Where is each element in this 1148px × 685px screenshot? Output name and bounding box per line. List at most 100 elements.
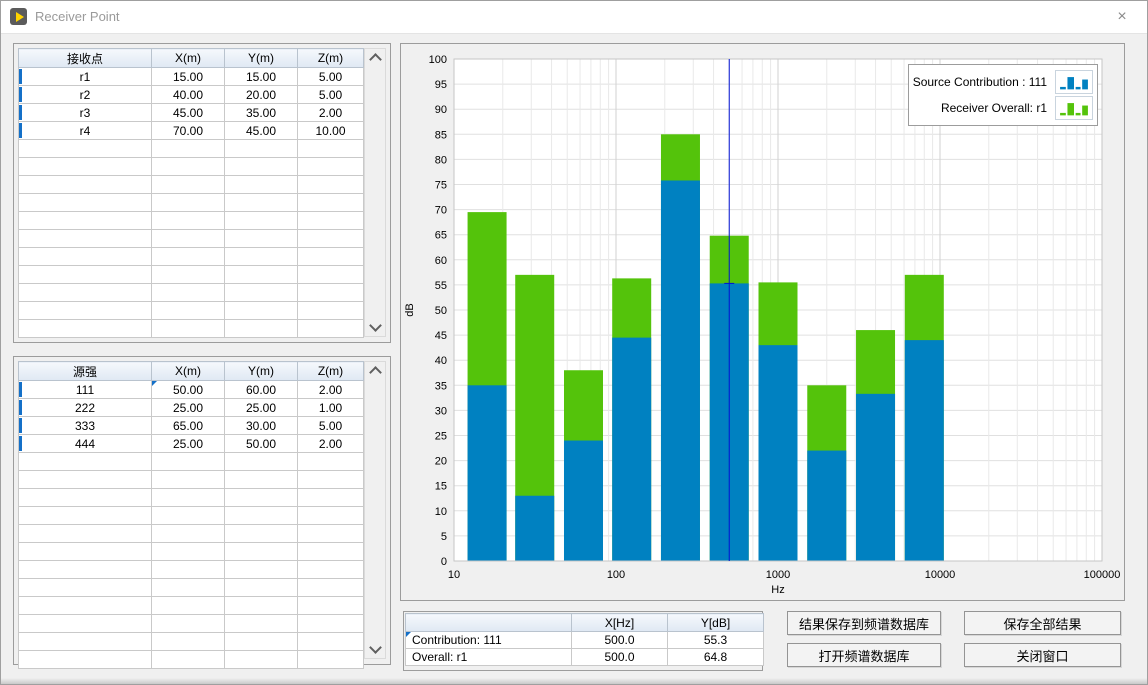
table-row-empty[interactable] — [19, 320, 364, 338]
table-row-empty[interactable] — [19, 561, 364, 579]
table-cell[interactable] — [19, 471, 152, 489]
table-row-empty[interactable] — [19, 176, 364, 194]
table-cell[interactable] — [19, 453, 152, 471]
table-cell[interactable] — [298, 633, 364, 651]
table-cell[interactable] — [19, 302, 152, 320]
table-cell[interactable] — [19, 651, 152, 669]
table-row-empty[interactable] — [19, 615, 364, 633]
table-cell[interactable] — [19, 248, 152, 266]
table-cell[interactable] — [152, 561, 225, 579]
table-cell[interactable] — [152, 194, 225, 212]
table-cell[interactable]: 35.00 — [225, 104, 298, 122]
table-cell[interactable]: 15.00 — [152, 68, 225, 86]
table-cell[interactable] — [152, 471, 225, 489]
table-cell[interactable] — [225, 615, 298, 633]
table-cell[interactable]: 30.00 — [225, 417, 298, 435]
table-cell[interactable] — [298, 651, 364, 669]
table-cell[interactable] — [152, 230, 225, 248]
table-cell[interactable]: 10.00 — [298, 122, 364, 140]
table-cell[interactable]: Contribution: 111 — [406, 632, 572, 649]
table-row-empty[interactable] — [19, 248, 364, 266]
table-cell[interactable]: 25.00 — [152, 435, 225, 453]
table-cell[interactable]: r3 — [19, 104, 152, 122]
table-cell[interactable] — [298, 212, 364, 230]
table-cell[interactable]: 222 — [19, 399, 152, 417]
table-cell[interactable] — [152, 284, 225, 302]
table-cell[interactable] — [19, 597, 152, 615]
table-row-empty[interactable] — [19, 543, 364, 561]
table-row-empty[interactable] — [19, 212, 364, 230]
table-cell[interactable] — [152, 579, 225, 597]
table-row-empty[interactable] — [19, 489, 364, 507]
table-cell[interactable] — [225, 507, 298, 525]
table-cell[interactable] — [152, 615, 225, 633]
table-cell[interactable] — [152, 597, 225, 615]
table-cell[interactable]: 500.0 — [572, 649, 668, 666]
table-cell[interactable] — [298, 597, 364, 615]
table-row-empty[interactable] — [19, 633, 364, 651]
table-cell[interactable] — [152, 212, 225, 230]
table-cell[interactable] — [19, 579, 152, 597]
table-cell[interactable] — [225, 471, 298, 489]
table-cell[interactable]: 2.00 — [298, 381, 364, 399]
table-row[interactable]: r115.0015.005.00 — [19, 68, 364, 86]
table-cell[interactable] — [152, 633, 225, 651]
table-cell[interactable] — [225, 248, 298, 266]
table-cell[interactable]: 50.00 — [225, 435, 298, 453]
table-cell[interactable] — [19, 266, 152, 284]
table-cell[interactable] — [298, 266, 364, 284]
table-cell[interactable] — [152, 266, 225, 284]
table-row-empty[interactable] — [19, 158, 364, 176]
table-cell[interactable] — [298, 158, 364, 176]
open-spectrum-db-button[interactable]: 打开频谱数据库 — [787, 643, 941, 667]
scroll-down-icon[interactable] — [365, 319, 385, 336]
table-cell[interactable]: Overall: r1 — [406, 649, 572, 666]
table-cell[interactable]: 111 — [19, 381, 152, 399]
table-cell[interactable] — [298, 471, 364, 489]
save-results-to-spectrum-db-button[interactable]: 结果保存到频谱数据库 — [787, 611, 941, 635]
table-row-empty[interactable] — [19, 579, 364, 597]
table-cell[interactable]: 55.3 — [668, 632, 764, 649]
table-row[interactable]: 22225.0025.001.00 — [19, 399, 364, 417]
table-cell[interactable] — [19, 194, 152, 212]
scroll-down-icon[interactable] — [365, 641, 385, 658]
table-row-empty[interactable] — [19, 140, 364, 158]
table-row-empty[interactable] — [19, 525, 364, 543]
table-cell[interactable] — [152, 320, 225, 338]
table-cell[interactable] — [152, 248, 225, 266]
table-cell[interactable] — [152, 158, 225, 176]
close-icon[interactable]: × — [1111, 7, 1133, 27]
table-cell[interactable]: 1.00 — [298, 399, 364, 417]
save-all-results-button[interactable]: 保存全部结果 — [964, 611, 1121, 635]
table-cell[interactable] — [152, 525, 225, 543]
table-cell[interactable] — [152, 302, 225, 320]
table-cell[interactable] — [225, 266, 298, 284]
table-cell[interactable] — [152, 507, 225, 525]
table-row-empty[interactable] — [19, 230, 364, 248]
table-row-empty[interactable] — [19, 651, 364, 669]
table-cell[interactable] — [225, 633, 298, 651]
table-cell[interactable] — [225, 453, 298, 471]
table-cell[interactable] — [225, 579, 298, 597]
table-cell[interactable]: 444 — [19, 435, 152, 453]
table-cell[interactable] — [19, 284, 152, 302]
legend-item-contribution[interactable]: Source Contribution : 111 — [913, 70, 1093, 94]
table-cell[interactable] — [152, 651, 225, 669]
table-row[interactable]: r470.0045.0010.00 — [19, 122, 364, 140]
table-cell[interactable]: 2.00 — [298, 435, 364, 453]
table-cell[interactable] — [298, 507, 364, 525]
receiver-points-table[interactable]: 接收点X(m)Y(m)Z(m) r115.0015.005.00r240.002… — [18, 48, 364, 338]
table-cell[interactable] — [225, 284, 298, 302]
table-cell[interactable] — [298, 615, 364, 633]
table-cell[interactable] — [298, 194, 364, 212]
scroll-up-icon[interactable] — [365, 362, 385, 379]
table-cell[interactable] — [19, 615, 152, 633]
table-cell[interactable] — [298, 489, 364, 507]
table-cell[interactable]: 40.00 — [152, 86, 225, 104]
table-cell[interactable] — [298, 284, 364, 302]
table-cell[interactable] — [19, 489, 152, 507]
table-cell[interactable] — [225, 302, 298, 320]
table-cell[interactable] — [298, 248, 364, 266]
table-cell[interactable] — [298, 561, 364, 579]
table-cell[interactable] — [298, 140, 364, 158]
